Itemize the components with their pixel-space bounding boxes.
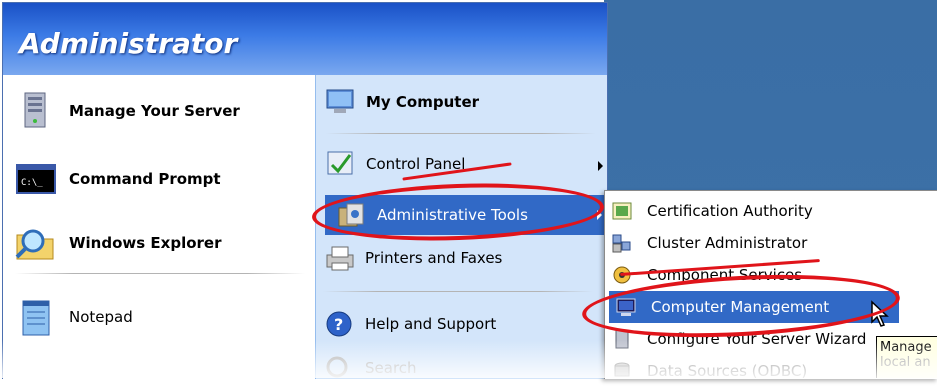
command-prompt-label: Command Prompt [69, 170, 221, 188]
certification-authority-label: Certification Authority [647, 202, 813, 220]
help-and-support-item[interactable]: ? Help and Support [323, 309, 496, 339]
database-icon [614, 362, 630, 377]
notepad-icon [22, 300, 50, 336]
my-computer-label: My Computer [366, 93, 480, 111]
windows-explorer-item[interactable]: Windows Explorer [11, 223, 222, 263]
command-prompt-icon: C:\_ [16, 164, 56, 194]
notepad-item[interactable]: Notepad [11, 297, 133, 337]
search-icon [326, 356, 348, 378]
certification-authority-item[interactable]: Certification Authority [605, 195, 937, 227]
pinned-programs-column: Manage Your Server C:\_ Command Prompt W… [3, 75, 315, 379]
tooltip-line-2: local an [880, 355, 931, 370]
svg-text:?: ? [334, 315, 343, 334]
data-sources-odbc-label: Data Sources (ODBC) [647, 362, 808, 380]
command-prompt-item[interactable]: C:\_ Command Prompt [11, 159, 221, 199]
svg-text:C:\_: C:\_ [21, 178, 43, 188]
my-computer-item[interactable]: My Computer [324, 87, 479, 117]
certificate-icon [612, 202, 632, 220]
tooltip: Manage local an [876, 336, 937, 378]
help-icon: ? [326, 311, 352, 337]
control-panel-icon [327, 151, 353, 175]
printer-icon [326, 246, 354, 271]
user-name: Administrator [19, 27, 238, 60]
manage-your-server-label: Manage Your Server [69, 102, 240, 120]
menu-separator [323, 291, 593, 292]
search-label: Search [365, 359, 417, 377]
submenu-arrow-icon [598, 161, 603, 171]
manage-your-server-item[interactable]: Manage Your Server [11, 91, 240, 131]
cluster-administrator-item[interactable]: Cluster Administrator [605, 227, 937, 259]
search-item[interactable]: Search [323, 353, 417, 379]
cluster-icon [612, 234, 631, 253]
server-icon [24, 92, 46, 128]
notepad-label: Notepad [69, 308, 133, 326]
menu-separator [326, 133, 596, 134]
my-computer-icon [326, 89, 354, 113]
menu-separator [15, 273, 305, 274]
start-menu-header: Administrator [3, 3, 607, 75]
printers-and-faxes-label: Printers and Faxes [365, 249, 503, 267]
windows-explorer-label: Windows Explorer [69, 234, 222, 252]
cluster-administrator-label: Cluster Administrator [647, 234, 808, 252]
tooltip-line-1: Manage [880, 340, 932, 355]
magnifier-folder-icon [15, 229, 54, 260]
help-and-support-label: Help and Support [365, 315, 497, 333]
printers-and-faxes-item[interactable]: Printers and Faxes [323, 243, 502, 273]
